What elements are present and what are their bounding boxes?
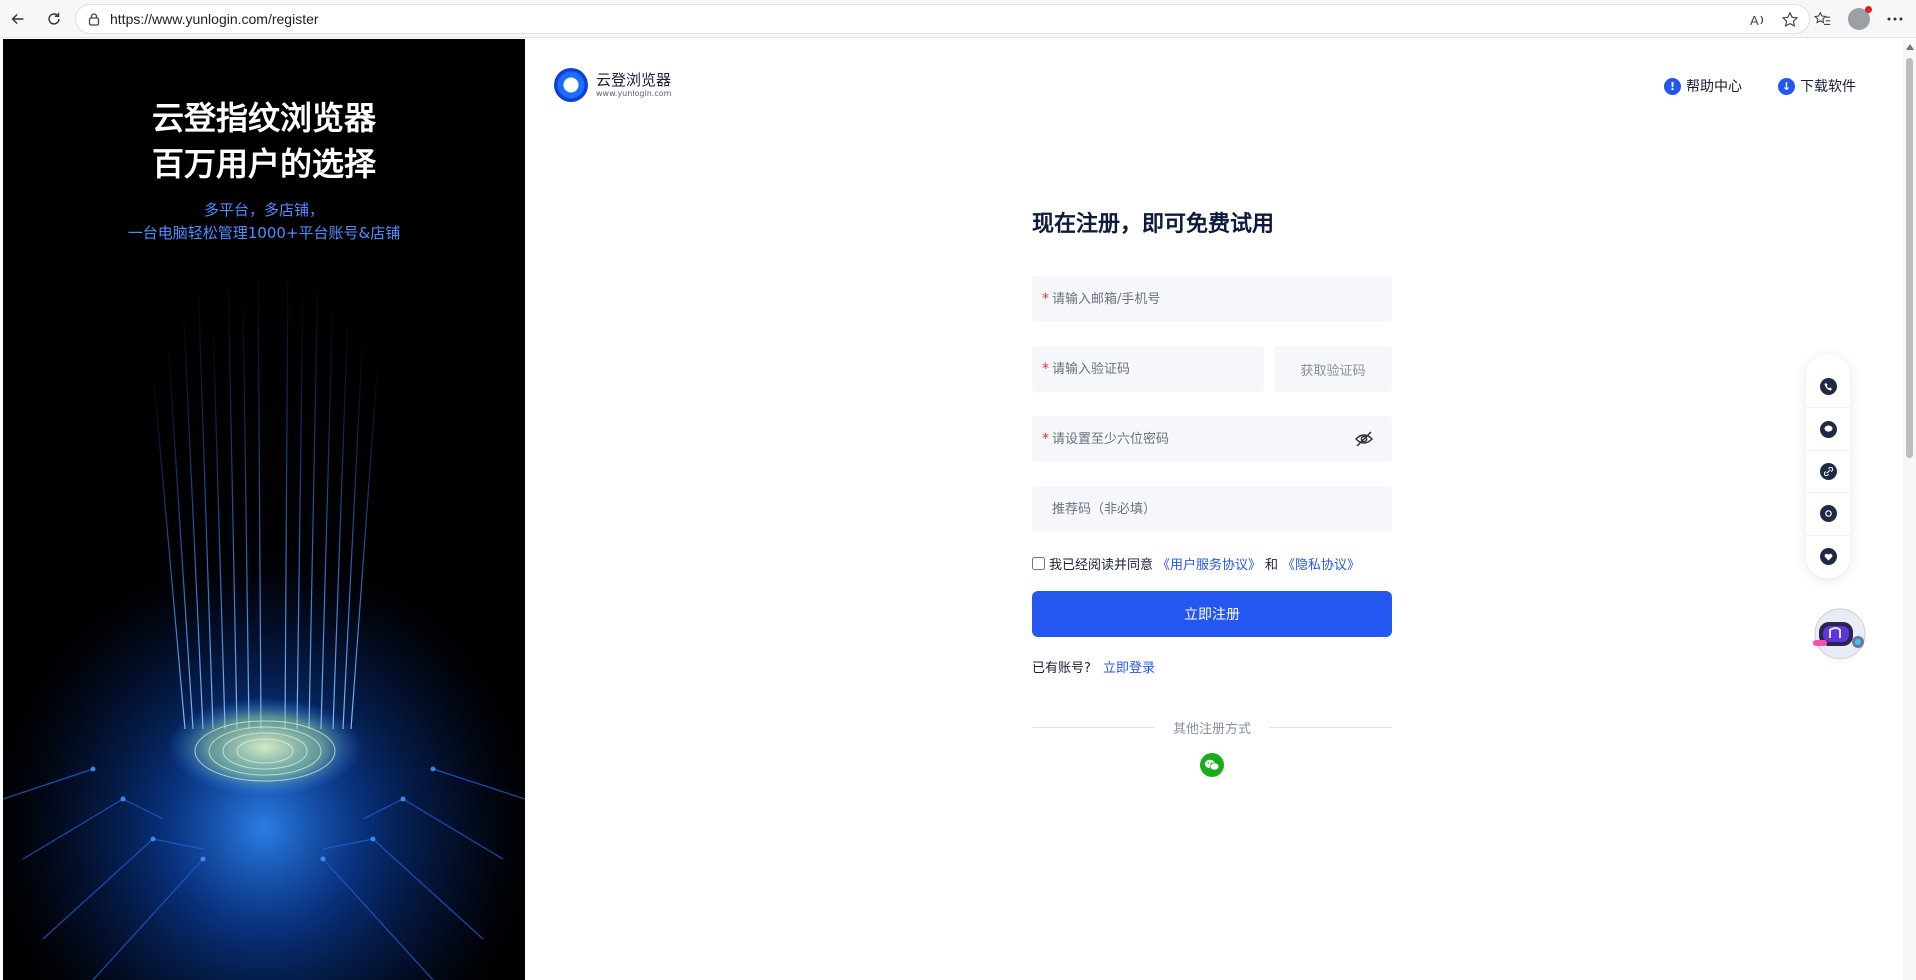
help-center-link[interactable]: ! 帮助中心 — [1664, 76, 1742, 96]
login-link[interactable]: 立即登录 — [1103, 661, 1155, 676]
info-icon: ! — [1664, 77, 1681, 95]
refresh-cloud-icon — [1819, 505, 1837, 523]
lock-icon — [88, 13, 100, 26]
agree-checkbox[interactable] — [1032, 557, 1045, 570]
chat-bubble-icon — [1819, 420, 1837, 438]
form-title: 现在注册，即可免费试用 — [1032, 212, 1275, 237]
read-aloud-icon[interactable]: A — [1747, 9, 1769, 31]
favorite-star-icon[interactable] — [1779, 9, 1801, 31]
scroll-thumb[interactable] — [1906, 58, 1913, 458]
cloud-contact-button[interactable] — [1806, 493, 1850, 536]
reload-icon — [48, 12, 60, 25]
chat-contact-button[interactable] — [1806, 408, 1850, 451]
robot-assistant-icon[interactable] — [1810, 606, 1868, 662]
required-mark: * — [1042, 431, 1049, 447]
favorites-list-icon[interactable] — [1812, 8, 1834, 30]
required-mark: * — [1042, 361, 1049, 377]
get-code-button[interactable]: 获取验证码 — [1274, 346, 1392, 392]
hero-title-line1: 云登指纹浏览器 — [151, 99, 376, 137]
link-contact-button[interactable] — [1806, 451, 1850, 494]
scroll-up-arrow-icon[interactable] — [1906, 44, 1914, 50]
profile-avatar[interactable] — [1848, 6, 1872, 30]
other-methods-label: 其他注册方式 — [1173, 722, 1252, 737]
hero-title-line2: 百万用户的选择 — [151, 145, 376, 183]
agreement-row: 我已经阅读并同意 《用户服务协议》 和 《隐私协议》 — [1032, 554, 1392, 573]
logo-url: www.yunlogin.com — [596, 89, 672, 98]
favorite-contact-button[interactable] — [1806, 536, 1850, 578]
password-input[interactable] — [1052, 416, 1392, 462]
password-field[interactable]: * — [1032, 416, 1392, 462]
phone-contact-button[interactable] — [1806, 366, 1850, 409]
url-text: https://www.yunlogin.com/register — [110, 11, 319, 27]
link-icon — [1819, 463, 1837, 481]
have-account-text: 已有账号? — [1032, 661, 1091, 676]
login-prompt: 已有账号? 立即登录 — [1032, 657, 1392, 676]
hero-panel: 云登指纹浏览器 百万用户的选择 多平台，多店铺， 一台电脑轻松管理1000+平台… — [3, 39, 525, 980]
referral-input[interactable] — [1042, 486, 1392, 532]
register-form: 现在注册，即可免费试用 * * 获取验证码 * 我已经阅读并同意 《用户服务协议… — [1032, 208, 1393, 777]
browser-toolbar: https://www.yunlogin.com/register A — [0, 0, 1916, 38]
agree-prefix: 我已经阅读并同意 — [1049, 558, 1154, 573]
privacy-link[interactable]: 《隐私协议》 — [1282, 554, 1360, 573]
heart-icon — [1819, 548, 1837, 566]
header-links: ! 帮助中心 ↓ 下载软件 — [1664, 76, 1856, 96]
logo-name: 云登浏览器 — [596, 71, 672, 89]
floating-contact-bar — [1806, 354, 1850, 578]
hero-sub-line2: 一台电脑轻松管理1000+平台账号&店铺 — [127, 224, 401, 242]
site-logo[interactable]: 云登浏览器 www.yunlogin.com — [554, 68, 671, 102]
back-arrow-icon — [11, 13, 24, 25]
wechat-login-icon[interactable] — [1200, 753, 1224, 777]
address-bar[interactable]: https://www.yunlogin.com/register A — [75, 4, 1810, 34]
other-methods-divider: 其他注册方式 — [1032, 718, 1393, 737]
code-input[interactable] — [1052, 346, 1264, 392]
page-scrollbar[interactable] — [1903, 40, 1916, 980]
back-button[interactable] — [0, 1, 36, 37]
account-input[interactable] — [1052, 276, 1392, 322]
code-field[interactable]: * — [1032, 346, 1264, 392]
register-button[interactable]: 立即注册 — [1032, 591, 1392, 637]
download-label: 下载软件 — [1800, 79, 1856, 95]
hero-title: 云登指纹浏览器 百万用户的选择 — [3, 95, 525, 187]
phone-icon — [1819, 378, 1837, 396]
download-icon: ↓ — [1778, 77, 1795, 95]
logo-mark-icon — [554, 68, 588, 102]
hero-sub-line1: 多平台，多店铺， — [203, 201, 324, 219]
and-text: 和 — [1265, 558, 1279, 573]
required-mark: * — [1042, 291, 1049, 307]
hero-subtitle: 多平台，多店铺， 一台电脑轻松管理1000+平台账号&店铺 — [3, 199, 525, 245]
svg-text:A: A — [1750, 13, 1759, 28]
account-field[interactable]: * — [1032, 276, 1392, 322]
reload-button[interactable] — [36, 1, 72, 37]
download-software-link[interactable]: ↓ 下载软件 — [1778, 76, 1856, 96]
referral-field[interactable] — [1032, 486, 1392, 532]
terms-link[interactable]: 《用户服务协议》 — [1157, 554, 1261, 573]
help-center-label: 帮助中心 — [1686, 79, 1742, 95]
eye-hidden-icon[interactable] — [1354, 429, 1374, 449]
more-menu-icon[interactable] — [1884, 8, 1906, 30]
